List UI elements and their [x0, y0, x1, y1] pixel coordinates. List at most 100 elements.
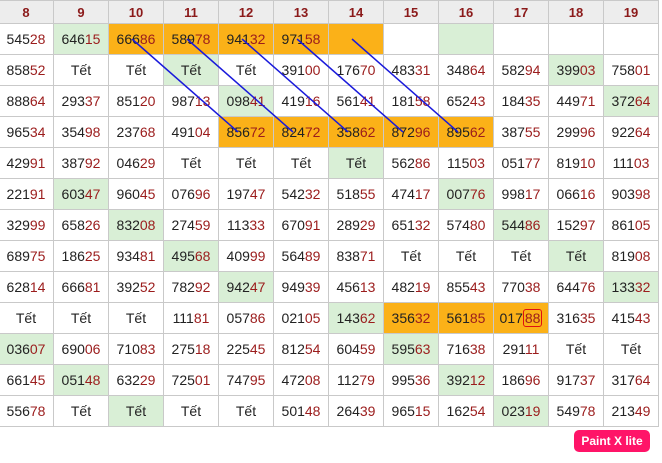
number-head: 482: [391, 279, 415, 295]
number-tail: 76: [579, 279, 596, 295]
number-head: 949: [281, 279, 305, 295]
number-head: 518: [336, 186, 360, 202]
number-head: 872: [391, 124, 415, 140]
number-tail: 26: [84, 217, 101, 233]
number-tail: 64: [634, 372, 651, 388]
number-tail: 86: [139, 31, 156, 47]
table-cell: 88864: [0, 85, 54, 117]
number-tail: 81: [139, 248, 156, 264]
number-tail: 79: [359, 372, 375, 388]
table-cell: 017 88: [493, 302, 549, 334]
number-head: 770: [501, 279, 525, 295]
table-cell: 15297: [548, 209, 604, 241]
table-cell: 57480: [438, 209, 494, 241]
table-cell: 64615: [53, 23, 109, 55]
number-head: 392: [116, 279, 140, 295]
number-tail: 16: [304, 93, 321, 109]
number-tail: 68: [139, 124, 156, 140]
table-cell: 54528: [0, 23, 54, 55]
number-tail: 36: [414, 372, 431, 388]
number-head: 501: [281, 403, 305, 419]
table-cell: 35498: [53, 116, 109, 148]
number-head: 051: [501, 155, 525, 171]
number-head: 143: [336, 310, 360, 326]
number-tail: 05: [304, 310, 321, 326]
table-cell: Tết: [438, 240, 494, 272]
number-tail: 35: [579, 310, 596, 326]
number-tail: 48: [304, 403, 321, 419]
table-cell: 67091: [273, 209, 329, 241]
table-cell: 41916: [273, 85, 329, 117]
number-head: 582: [501, 62, 525, 78]
number-tail: 03: [469, 155, 485, 171]
number-tail: 81: [193, 310, 210, 326]
number-head: 115: [447, 155, 470, 171]
number-tail: 07: [29, 341, 46, 357]
table-cell: 29996: [548, 116, 604, 148]
table-cell: 90398: [603, 178, 659, 210]
table-cell: Tết: [53, 302, 109, 334]
number-tail: 41: [249, 93, 266, 109]
number-head: 415: [611, 310, 635, 326]
table-cell: 96045: [108, 178, 164, 210]
table-cell: 98713: [163, 85, 219, 117]
number-tail: 64: [29, 93, 46, 109]
number-tail: 32: [304, 186, 321, 202]
table-cell: 14362: [328, 302, 384, 334]
table-cell: 34864: [438, 54, 494, 86]
number-tail: 52: [139, 279, 156, 295]
table-cell: 63229: [108, 364, 164, 396]
table-cell: 22191: [0, 178, 54, 210]
number-head: 186: [501, 372, 525, 388]
number-tail: 98: [84, 124, 101, 140]
table-cell: [383, 23, 439, 55]
number-tail: 81: [84, 279, 101, 295]
table-row: 66145 05148 63229 72501 74795 47208 11279 99536…: [0, 364, 659, 396]
number-tail: 77: [524, 155, 541, 171]
number-tail: 39: [304, 279, 321, 295]
number-head: 652: [446, 93, 470, 109]
number-tail: 70: [359, 62, 376, 78]
table-cell: 11333: [218, 209, 274, 241]
table-cell: 29337: [53, 85, 109, 117]
table-cell: 97158: [273, 23, 329, 55]
number-head: 221: [6, 186, 30, 202]
table-cell: Tết: [108, 54, 164, 86]
number-head: 858: [6, 62, 30, 78]
number-tail: 58: [304, 31, 321, 47]
number-tail: 89: [304, 248, 321, 264]
paint-x-lite-badge[interactable]: Paint X lite: [574, 430, 650, 452]
table-cell: 94939: [273, 271, 329, 303]
number-head: 111: [612, 155, 634, 171]
table-cell: 75801: [603, 54, 659, 86]
table-row: Tết Tết Tết 11181 05786 02105 14362 35632 56185 0…: [0, 302, 659, 334]
number-tail: 03: [579, 62, 596, 78]
number-head: 057: [226, 310, 250, 326]
table-cell: 38755: [493, 116, 549, 148]
column-header: 8: [0, 0, 54, 24]
number-head: 564: [281, 248, 305, 264]
number-head: 491: [171, 124, 195, 140]
number-tail: 20: [139, 93, 156, 109]
number-head: 549: [556, 403, 580, 419]
number-head: 472: [281, 372, 305, 388]
number-head: 666: [116, 31, 140, 47]
number-tail: 45: [249, 341, 266, 357]
number-head: 861: [611, 217, 635, 233]
number-head: 372: [611, 93, 635, 109]
table-cell: 56489: [273, 240, 329, 272]
number-tail: 92: [194, 279, 211, 295]
number-head: 387: [61, 155, 85, 171]
number-tail: 45: [29, 372, 46, 388]
number-tail: 92: [84, 155, 101, 171]
table-cell: Tết: [53, 54, 109, 86]
number-tail: 04: [194, 124, 211, 140]
number-head: 264: [336, 403, 360, 419]
table-cell: 38792: [53, 147, 109, 179]
number-head: 289: [336, 217, 360, 233]
number-tail: 64: [634, 124, 651, 140]
table-cell: 85672: [218, 116, 274, 148]
column-header: 15: [383, 0, 439, 24]
number-head: 023: [501, 403, 525, 419]
number-head: 632: [116, 372, 140, 388]
